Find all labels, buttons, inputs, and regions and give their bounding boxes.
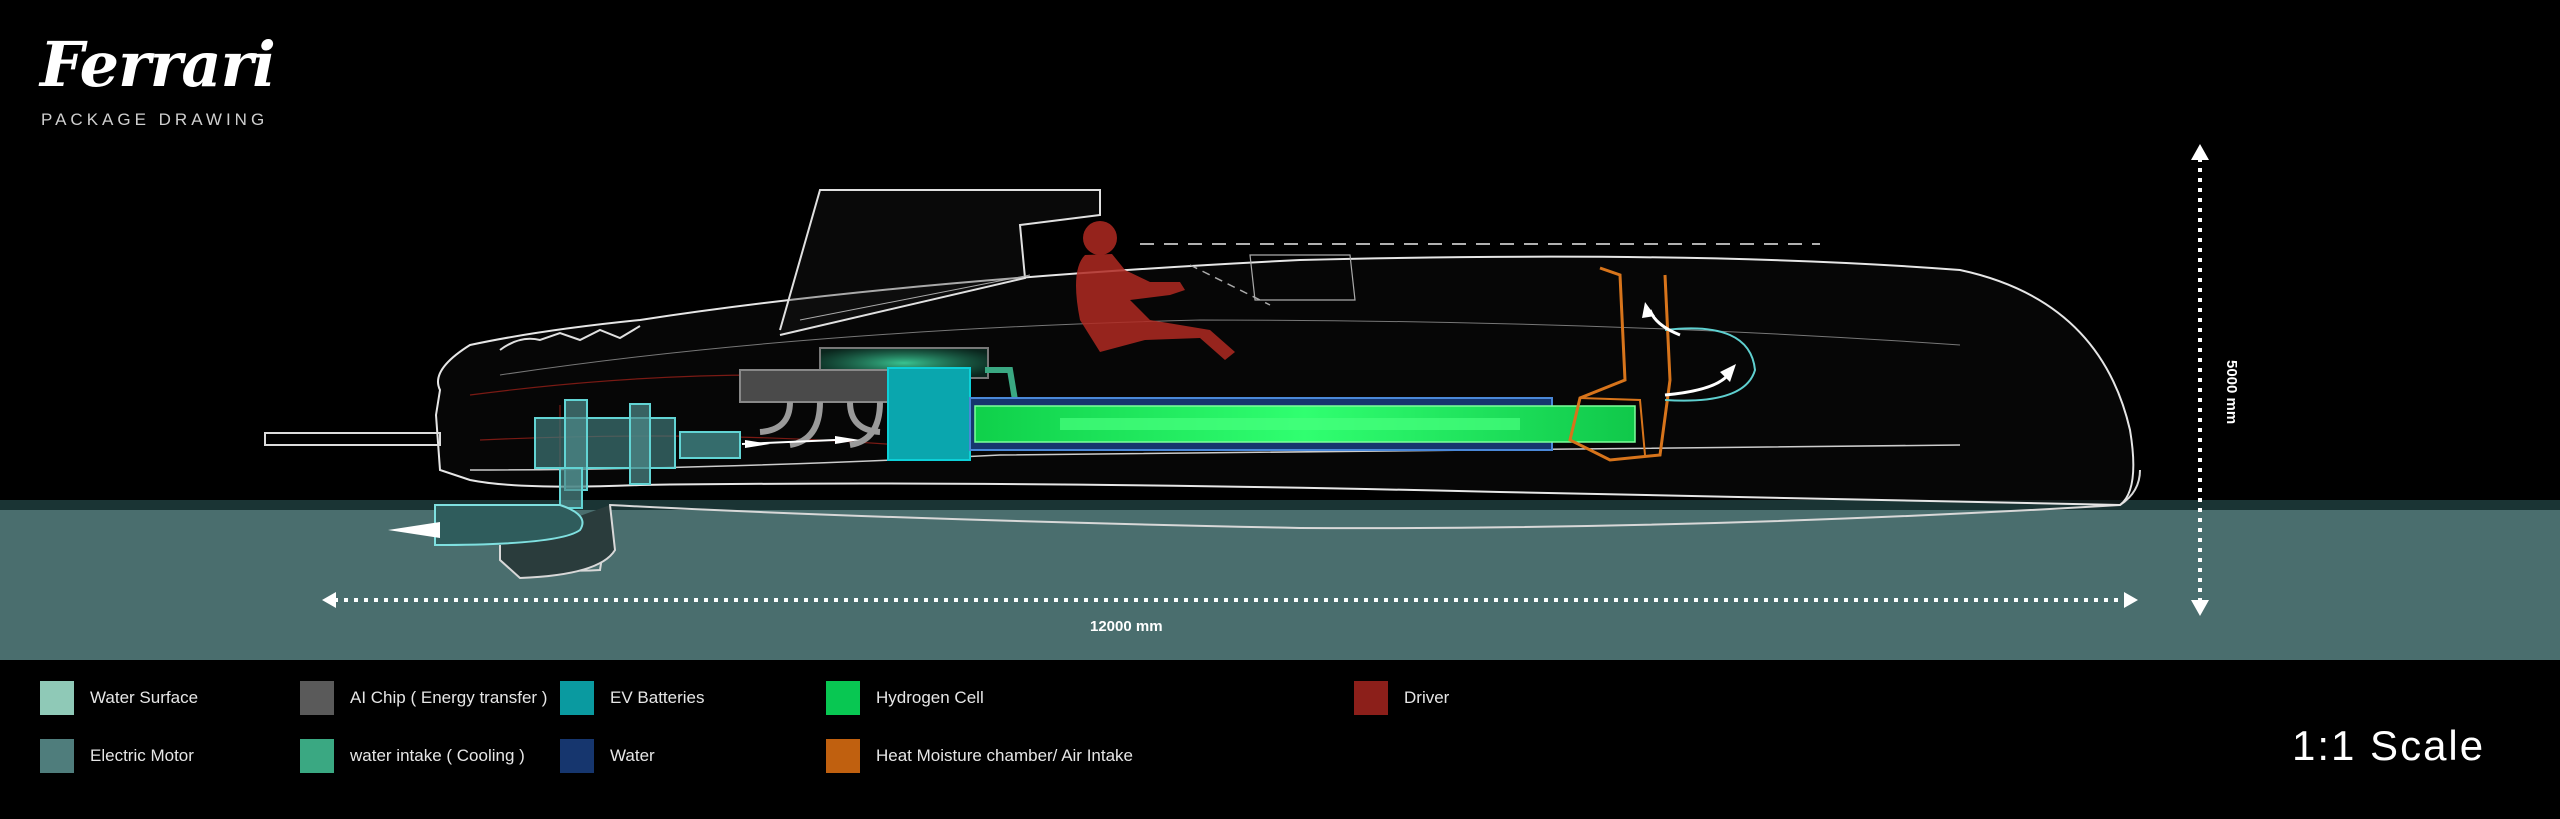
legend-heat-moisture: Heat Moisture chamber/ Air Intake bbox=[826, 738, 1133, 774]
legend-label: Water bbox=[610, 746, 655, 765]
legend-label: EV Batteries bbox=[610, 688, 705, 707]
motor-gear-2 bbox=[629, 403, 651, 485]
height-label: 5000 mm bbox=[2223, 360, 2240, 425]
legend-swatch bbox=[826, 681, 860, 715]
legend-label: Electric Motor bbox=[90, 746, 194, 765]
legend-label: Heat Moisture chamber/ Air Intake bbox=[876, 746, 1134, 765]
legend-swatch bbox=[40, 739, 74, 773]
legend-swatch bbox=[560, 739, 594, 773]
hydrogen-core bbox=[1060, 418, 1520, 430]
legend-swatch bbox=[300, 739, 334, 773]
height-arrow-top bbox=[2191, 144, 2209, 160]
legend-swatch bbox=[826, 739, 860, 773]
legend-swatch bbox=[560, 681, 594, 715]
legend-ai-chip: AI Chip ( Energy transfer ) bbox=[300, 680, 547, 716]
legend-label: Water Surface bbox=[90, 688, 199, 707]
legend-water: Water bbox=[560, 738, 655, 774]
legend-label: water intake ( Cooling ) bbox=[350, 746, 525, 765]
legend-swatch bbox=[40, 681, 74, 715]
sea-band bbox=[0, 500, 2560, 660]
legend-water-intake: water intake ( Cooling ) bbox=[300, 738, 525, 774]
motor-housing bbox=[534, 417, 676, 469]
motor-coupler bbox=[679, 431, 741, 459]
prop-shaft bbox=[264, 432, 441, 446]
hull-outline bbox=[434, 255, 2135, 507]
ai-chip-base bbox=[739, 369, 891, 403]
legend-water-surface: Water Surface bbox=[40, 680, 198, 716]
drawing-canvas: Ferrari PACKAGE DRAWING 12000 mm 5000 mm… bbox=[0, 0, 2560, 819]
length-label: 12000 mm bbox=[1090, 618, 1163, 635]
water-surface-line bbox=[0, 500, 2560, 510]
legend-hydrogen-cell: Hydrogen Cell bbox=[826, 680, 984, 716]
legend-swatch bbox=[300, 681, 334, 715]
legend-label: Hydrogen Cell bbox=[876, 688, 984, 707]
legend-swatch bbox=[1354, 681, 1388, 715]
ev-battery-block bbox=[887, 367, 971, 461]
legend-electric-motor: Electric Motor bbox=[40, 738, 194, 774]
legend-label: Driver bbox=[1404, 688, 1450, 707]
motor-drive bbox=[559, 467, 583, 509]
scale-label: 1:1 Scale bbox=[2292, 722, 2486, 769]
legend-ev-batteries: EV Batteries bbox=[560, 680, 705, 716]
legend-driver: Driver bbox=[1354, 680, 1449, 716]
legend-label: AI Chip ( Energy transfer ) bbox=[350, 688, 548, 707]
